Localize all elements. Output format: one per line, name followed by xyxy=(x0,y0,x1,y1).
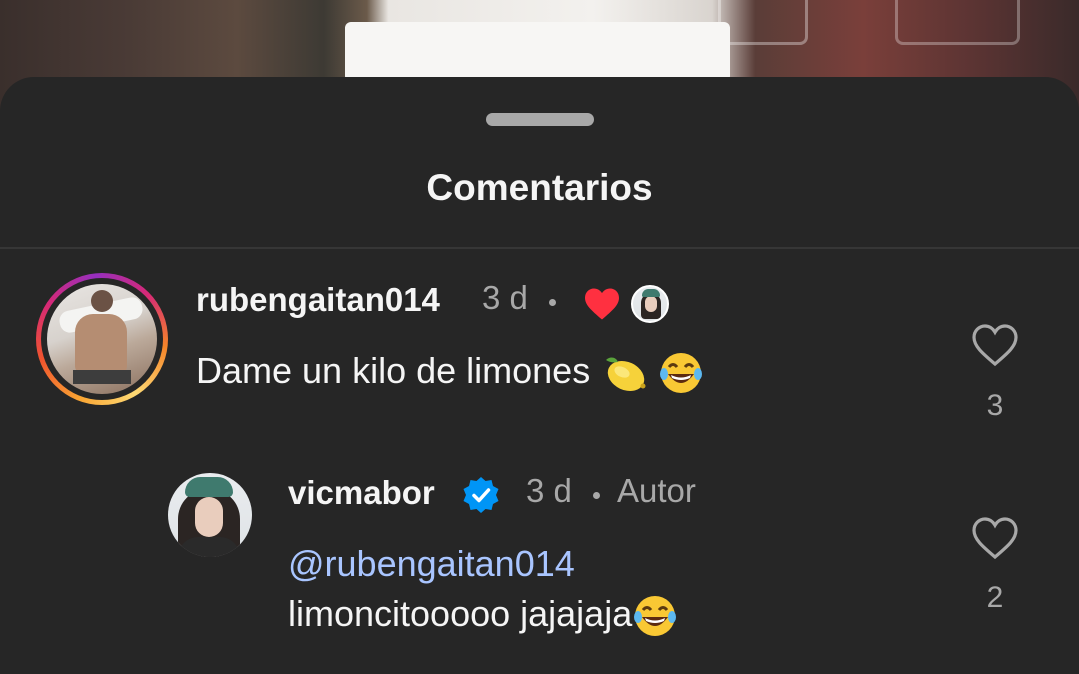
reply-mention[interactable]: @rubengaitan014 xyxy=(288,543,575,585)
author-mini-avatar xyxy=(631,285,669,323)
laughing-emoji xyxy=(634,596,677,637)
like-count: 2 xyxy=(986,581,1004,614)
verified-badge-icon xyxy=(463,477,499,513)
lemon-emoji xyxy=(606,358,646,392)
reply-timestamp: 3 d xyxy=(526,472,572,509)
like-count: 3 xyxy=(986,389,1004,422)
background-glass xyxy=(718,0,808,45)
laughing-emoji xyxy=(660,353,703,394)
sheet-title: Comentarios xyxy=(426,167,653,208)
like-heart-icon[interactable] xyxy=(971,516,1019,560)
comment-timestamp: 3 d xyxy=(482,279,528,316)
separator-dot xyxy=(593,492,600,499)
separator-dot xyxy=(549,299,556,306)
comment-text: Dame un kilo de limones xyxy=(196,350,704,396)
avatar[interactable] xyxy=(47,284,157,394)
background-towel xyxy=(345,22,730,82)
comment-username[interactable]: rubengaitan014 xyxy=(196,281,440,319)
reply-text: limoncitooooo jajajaja xyxy=(288,593,678,639)
avatar[interactable] xyxy=(168,473,252,557)
background-glass xyxy=(895,0,1020,45)
divider xyxy=(0,247,1079,249)
author-liked-heart-icon xyxy=(585,288,619,320)
reply-username[interactable]: vicmabor xyxy=(288,474,435,512)
avatar-story-ring[interactable] xyxy=(36,273,168,405)
author-label: Autor xyxy=(617,472,696,509)
drag-handle[interactable] xyxy=(486,113,594,126)
like-heart-icon[interactable] xyxy=(971,323,1019,367)
